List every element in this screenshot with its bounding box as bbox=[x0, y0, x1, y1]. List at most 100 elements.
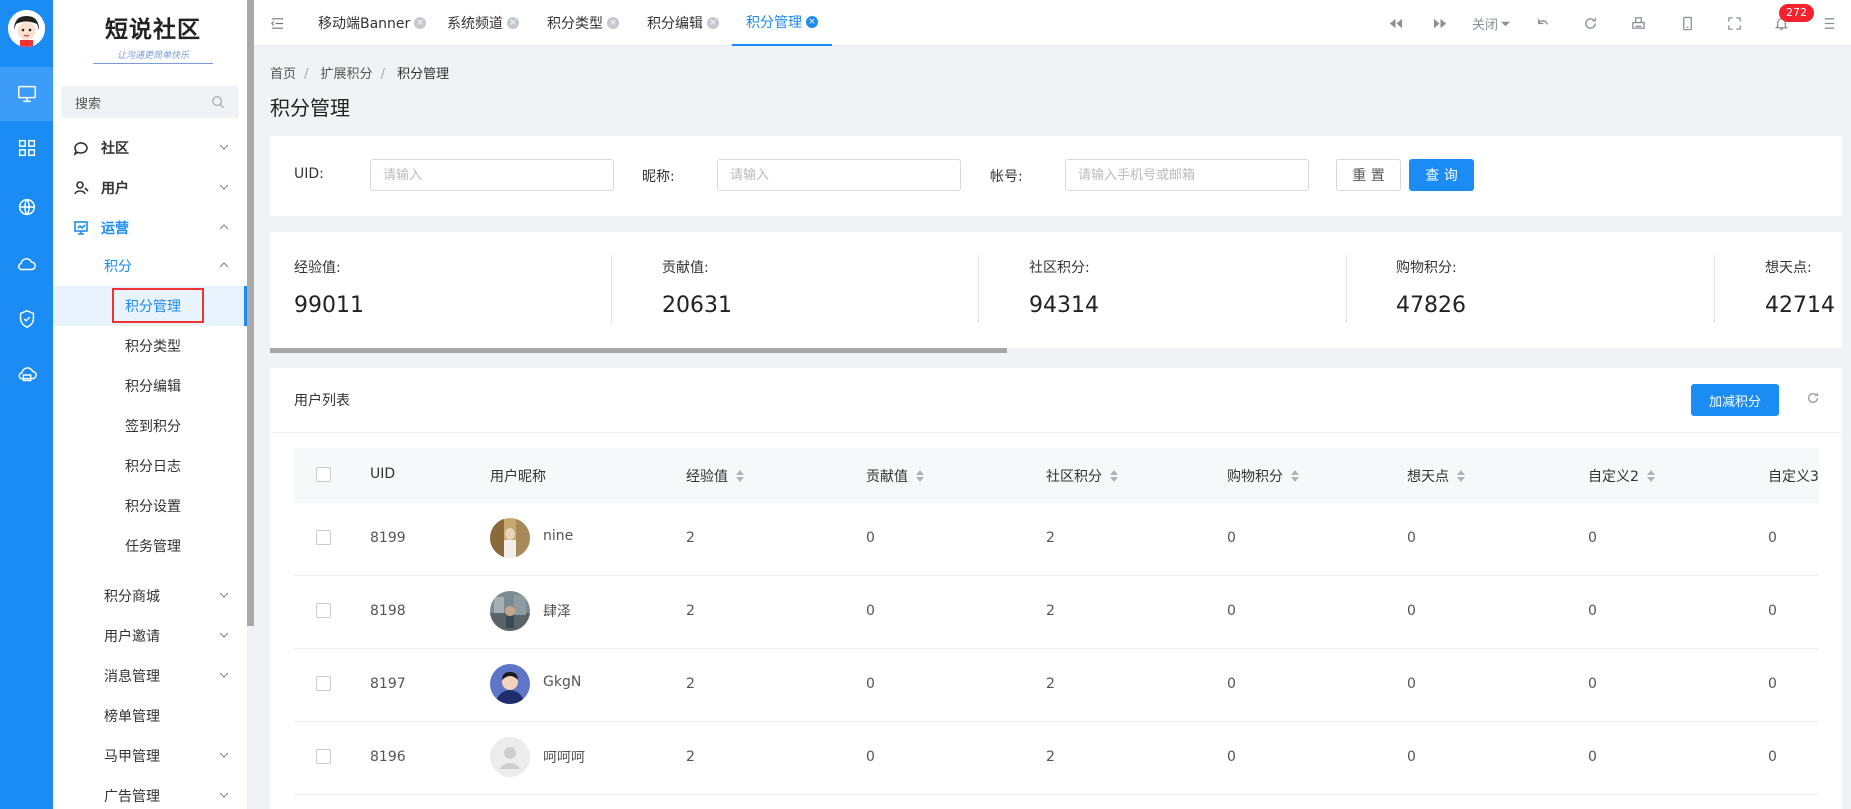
menu-item-operations[interactable]: 运营 bbox=[53, 208, 247, 248]
breadcrumb-extended-points[interactable]: 扩展积分 bbox=[321, 67, 373, 82]
submenu-item-checkin-points[interactable]: 签到积分 bbox=[53, 406, 247, 446]
close-tabs-dropdown[interactable]: 关闭 bbox=[1468, 13, 1514, 33]
chat-icon bbox=[73, 142, 88, 156]
tab-points-edit[interactable]: 积分编辑 × bbox=[647, 0, 719, 46]
monitor-icon[interactable] bbox=[0, 67, 53, 121]
menu-item-ranking-management[interactable]: 榜单管理 bbox=[53, 696, 247, 736]
menu-item-ad-management[interactable]: 广告管理 bbox=[53, 776, 247, 809]
cell-custom3: 0 bbox=[1768, 530, 1777, 546]
stats-scrollbar[interactable] bbox=[270, 348, 1007, 353]
avatar[interactable] bbox=[490, 664, 530, 704]
menu-fold-icon[interactable] bbox=[267, 13, 287, 33]
sort-icon[interactable] bbox=[736, 470, 744, 482]
sort-icon[interactable] bbox=[1457, 470, 1465, 482]
row-checkbox[interactable] bbox=[316, 530, 331, 545]
mobile-icon[interactable] bbox=[1677, 13, 1697, 33]
menu-item-user-invite[interactable]: 用户邀请 bbox=[53, 616, 247, 656]
menu-item-message-management[interactable]: 消息管理 bbox=[53, 656, 247, 696]
chevron-down-icon bbox=[219, 632, 229, 638]
close-icon[interactable]: × bbox=[414, 17, 427, 29]
close-icon[interactable]: × bbox=[507, 17, 519, 29]
reset-button[interactable]: 重 置 bbox=[1336, 159, 1401, 191]
fullscreen-icon[interactable] bbox=[1724, 13, 1744, 33]
tab-label: 积分管理 bbox=[746, 15, 802, 31]
menu-item-community[interactable]: 社区 bbox=[53, 128, 247, 168]
sort-icon[interactable] bbox=[1110, 470, 1118, 482]
cloud-drive-icon[interactable] bbox=[0, 348, 53, 402]
row-checkbox[interactable] bbox=[316, 676, 331, 691]
breadcrumb-home[interactable]: 首页 bbox=[270, 67, 296, 82]
undo-icon[interactable] bbox=[1532, 13, 1552, 33]
page-title: 积分管理 bbox=[270, 96, 350, 120]
previous-tab-icon[interactable] bbox=[1385, 13, 1405, 33]
account-input[interactable] bbox=[1065, 159, 1309, 191]
column-custom3: 自定义3 bbox=[1768, 469, 1819, 485]
cell-community-points: 2 bbox=[1046, 530, 1055, 546]
menu-item-points-mall[interactable]: 积分商城 bbox=[53, 576, 247, 616]
printer-icon[interactable] bbox=[1628, 13, 1648, 33]
tab-points-type[interactable]: 积分类型 × bbox=[547, 0, 619, 46]
sort-icon[interactable] bbox=[916, 470, 924, 482]
avatar[interactable] bbox=[490, 518, 530, 558]
refresh-icon[interactable] bbox=[1580, 13, 1600, 33]
menu-item-users[interactable]: 用户 bbox=[53, 168, 247, 208]
tab-system-channel[interactable]: 系统频道 × bbox=[447, 0, 519, 46]
grid-icon[interactable] bbox=[0, 121, 53, 175]
select-all-checkbox[interactable] bbox=[316, 467, 331, 482]
column-label: 购物积分 bbox=[1227, 469, 1283, 485]
column-shopping-points[interactable]: 购物积分 bbox=[1227, 466, 1299, 486]
menu-item-label: 榜单管理 bbox=[104, 709, 160, 725]
submenu-item-points-edit[interactable]: 积分编辑 bbox=[53, 366, 247, 406]
nickname-input[interactable] bbox=[717, 159, 961, 191]
menu-item-label: 社区 bbox=[101, 141, 129, 157]
avatar[interactable] bbox=[490, 737, 530, 777]
sidebar-scrollbar[interactable] bbox=[247, 0, 254, 626]
tab-points-management[interactable]: 积分管理 × bbox=[732, 0, 832, 46]
column-experience[interactable]: 经验值 bbox=[686, 466, 744, 486]
submenu-group-points[interactable]: 积分 bbox=[53, 246, 247, 286]
row-checkbox[interactable] bbox=[316, 603, 331, 618]
submenu-item-task-management[interactable]: 任务管理 bbox=[53, 526, 247, 566]
refresh-icon[interactable] bbox=[1806, 391, 1820, 405]
menu-item-vest-management[interactable]: 马甲管理 bbox=[53, 736, 247, 776]
row-checkbox[interactable] bbox=[316, 749, 331, 764]
column-xiangtian[interactable]: 想天点 bbox=[1407, 466, 1465, 486]
sort-icon[interactable] bbox=[1291, 470, 1299, 482]
tab-label: 积分编辑 bbox=[647, 16, 703, 32]
tab-label: 系统频道 bbox=[447, 16, 503, 32]
menu-search[interactable]: 搜索 bbox=[61, 86, 239, 118]
close-icon[interactable]: × bbox=[806, 16, 818, 28]
stat-community-points: 社区积分: 94314 bbox=[1029, 257, 1389, 318]
globe-icon[interactable] bbox=[0, 180, 53, 234]
cell-contribution: 0 bbox=[866, 530, 875, 546]
shield-check-icon[interactable] bbox=[0, 292, 53, 346]
column-label: 想天点 bbox=[1407, 469, 1449, 485]
submenu-item-points-type[interactable]: 积分类型 bbox=[53, 326, 247, 366]
next-tab-icon[interactable] bbox=[1430, 13, 1450, 33]
adjust-points-button[interactable]: 加减积分 bbox=[1691, 384, 1779, 416]
more-menu-icon[interactable] bbox=[1819, 13, 1839, 33]
column-contribution[interactable]: 贡献值 bbox=[866, 466, 924, 486]
submenu-item-points-log[interactable]: 积分日志 bbox=[53, 446, 247, 486]
sort-icon[interactable] bbox=[1646, 470, 1655, 482]
submenu-item-label: 积分设置 bbox=[125, 499, 181, 515]
divider bbox=[1346, 255, 1347, 323]
cell-shopping-points: 0 bbox=[1227, 530, 1236, 546]
uid-input[interactable] bbox=[370, 159, 614, 191]
cell-experience: 2 bbox=[686, 530, 695, 546]
close-icon[interactable]: × bbox=[607, 17, 619, 29]
query-button[interactable]: 查 询 bbox=[1409, 159, 1474, 191]
user-avatar[interactable] bbox=[8, 10, 45, 47]
column-custom2[interactable]: 自定义2 bbox=[1588, 466, 1655, 486]
close-icon[interactable]: × bbox=[707, 17, 719, 29]
stat-contribution: 贡献值: 20631 bbox=[662, 257, 1022, 318]
avatar[interactable] bbox=[490, 591, 530, 631]
column-community-points[interactable]: 社区积分 bbox=[1046, 466, 1118, 486]
menu-item-label: 消息管理 bbox=[104, 669, 160, 685]
cell-uid: 8198 bbox=[370, 603, 406, 619]
submenu-item-points-settings[interactable]: 积分设置 bbox=[53, 486, 247, 526]
cloud-icon[interactable] bbox=[0, 237, 53, 291]
stat-value: 99011 bbox=[294, 293, 364, 318]
tab-mobile-banner[interactable]: 移动端Banner × bbox=[318, 0, 427, 46]
caret-down-icon bbox=[1501, 21, 1510, 26]
